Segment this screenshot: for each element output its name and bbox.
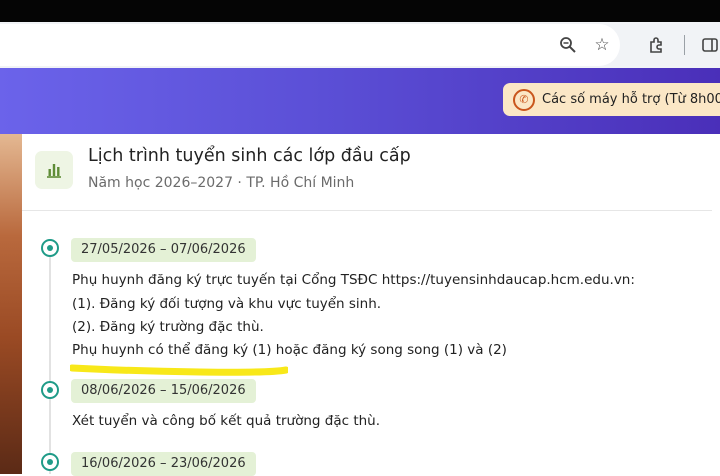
header-divider bbox=[22, 210, 712, 211]
date-badge: 27/05/2026 – 07/06/2026 bbox=[71, 238, 256, 262]
step-text: (1). Đăng ký đối tượng và khu vực tuyển … bbox=[72, 296, 382, 312]
step-text: Xét tuyển và công bố kết quả trường đặc … bbox=[72, 413, 381, 429]
zoom-icon[interactable] bbox=[556, 33, 580, 57]
date-badge: 16/06/2026 – 23/06/2026 bbox=[71, 452, 256, 476]
side-photo bbox=[0, 134, 22, 474]
screen-top-bar bbox=[0, 0, 720, 22]
bar-chart-icon bbox=[35, 151, 73, 189]
support-text: Các số máy hỗ trợ (Từ 8h00 đ bbox=[542, 92, 720, 107]
timeline-dot bbox=[41, 453, 59, 471]
step-text: Phụ huynh đăng ký trực tuyến tại Cổng TS… bbox=[72, 272, 635, 288]
step-text: (2). Đăng ký trường đặc thù. bbox=[72, 319, 264, 335]
address-bar[interactable] bbox=[0, 24, 620, 66]
date-badge: 08/06/2026 – 15/06/2026 bbox=[71, 379, 256, 403]
page-title: Lịch trình tuyển sinh các lớp đầu cấp bbox=[88, 146, 411, 166]
timeline-dot bbox=[41, 381, 59, 399]
timeline-dot bbox=[41, 239, 59, 257]
step-text: Phụ huynh có thể đăng ký (1) hoặc đăng k… bbox=[72, 342, 507, 358]
support-phone-box[interactable]: ✆ Các số máy hỗ trợ (Từ 8h00 đ bbox=[503, 83, 720, 116]
side-panel-icon[interactable] bbox=[698, 33, 720, 57]
timeline-line bbox=[49, 256, 51, 474]
phone-icon: ✆ bbox=[513, 88, 535, 111]
extensions-icon[interactable] bbox=[644, 33, 668, 57]
toolbar-divider bbox=[684, 35, 685, 55]
page-subtitle: Năm học 2026–2027 · TP. Hồ Chí Minh bbox=[88, 175, 355, 191]
browser-toolbar: ☆ bbox=[0, 22, 720, 69]
bookmark-star-icon[interactable]: ☆ bbox=[590, 33, 614, 57]
